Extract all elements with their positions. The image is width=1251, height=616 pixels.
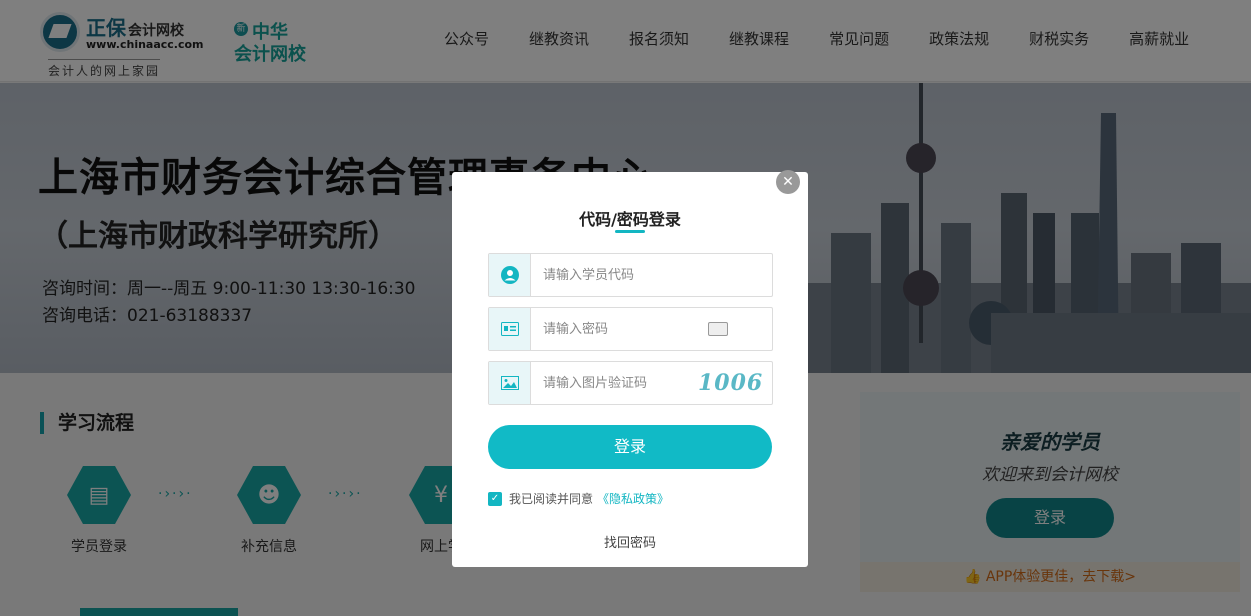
close-icon[interactable]: ✕ bbox=[776, 170, 800, 194]
agree-text: 我已阅读并同意 bbox=[509, 492, 594, 506]
image-icon bbox=[489, 362, 531, 404]
forgot-password-link[interactable]: 找回密码 bbox=[452, 532, 808, 551]
title-underline bbox=[615, 230, 645, 233]
id-card-icon bbox=[489, 308, 531, 350]
student-code-input[interactable] bbox=[543, 265, 693, 285]
student-code-field bbox=[488, 253, 773, 297]
captcha-input[interactable] bbox=[543, 373, 693, 393]
user-icon bbox=[489, 254, 531, 296]
agree-checkbox[interactable]: ✓ bbox=[488, 491, 502, 506]
captcha-image[interactable]: 1006 bbox=[698, 370, 766, 396]
password-field bbox=[488, 307, 773, 351]
privacy-agreement: ✓ 我已阅读并同意 《隐私政策》 bbox=[488, 490, 669, 507]
login-modal: ✕ 代码/密码登录 1006 登录 ✓ 我已阅读并同意 《隐私政策》 找回密码 bbox=[452, 170, 808, 567]
modal-title: 代码/密码登录 bbox=[579, 210, 681, 229]
captcha-field: 1006 bbox=[488, 361, 773, 405]
privacy-policy-link[interactable]: 《隐私政策》 bbox=[597, 490, 669, 507]
keyboard-icon[interactable] bbox=[708, 322, 728, 336]
login-button[interactable]: 登录 bbox=[488, 425, 772, 469]
password-input[interactable] bbox=[543, 319, 693, 339]
